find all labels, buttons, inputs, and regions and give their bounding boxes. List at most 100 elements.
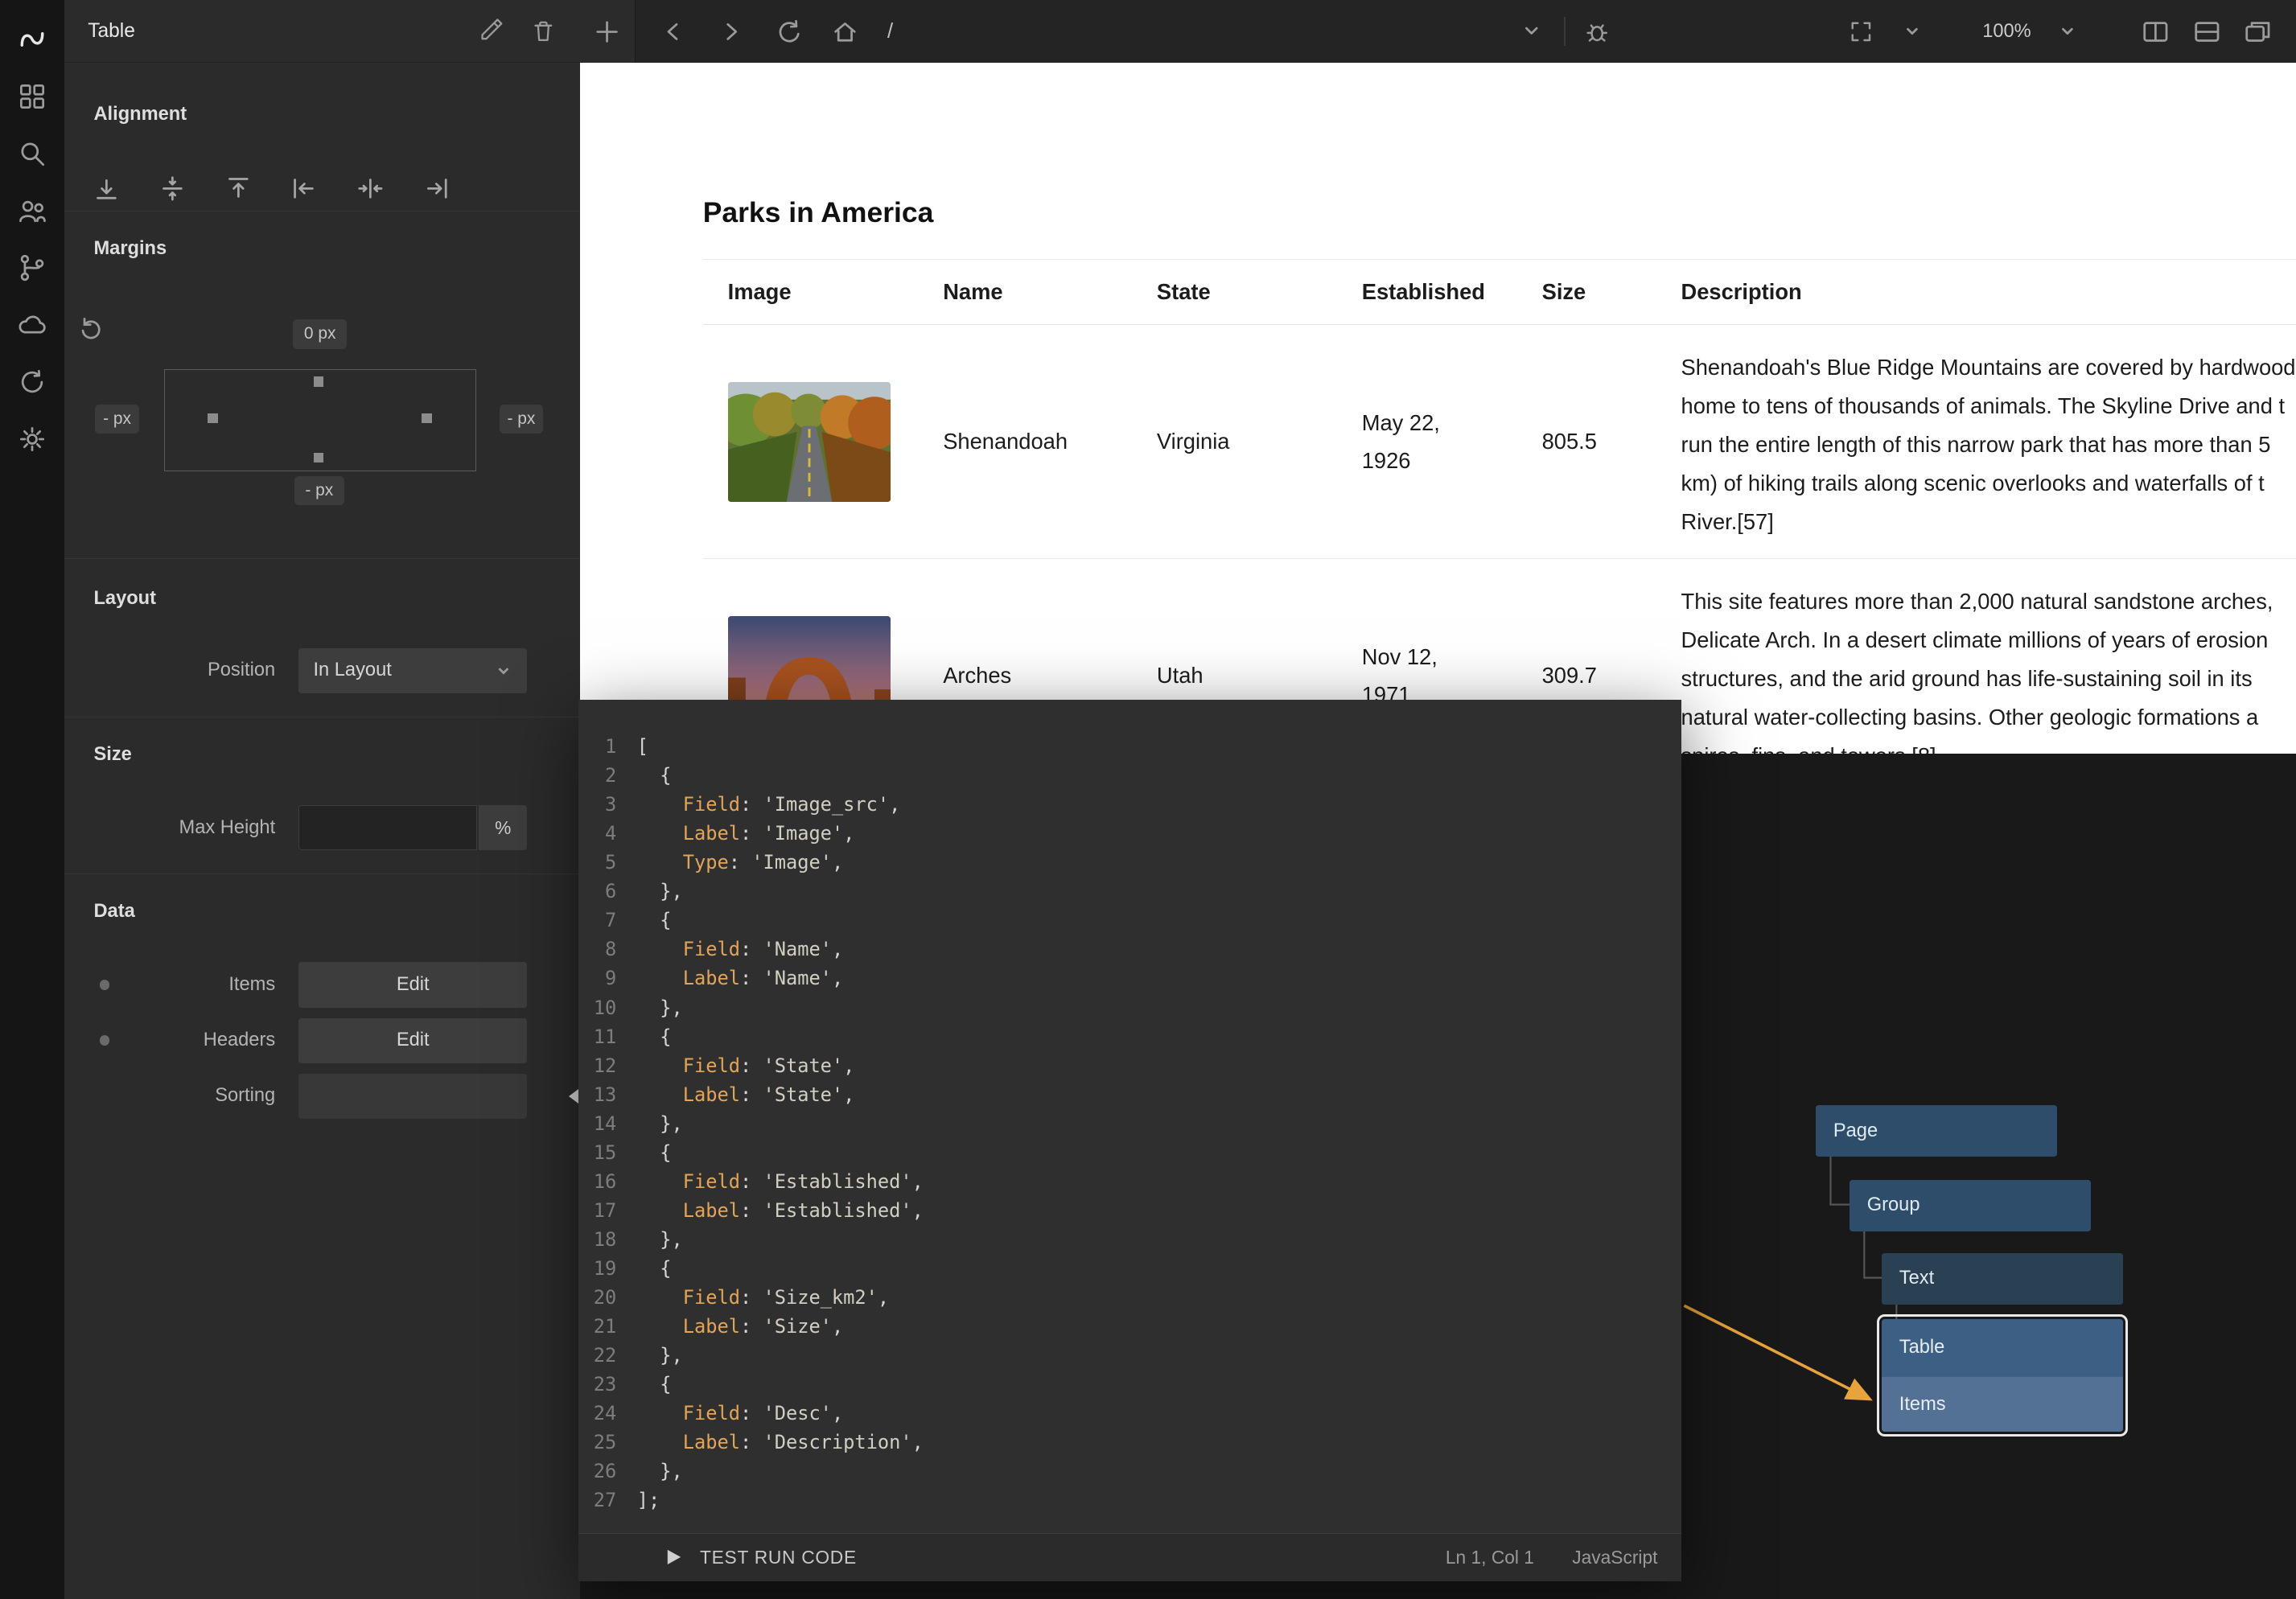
- code-text: Label: 'Image',: [637, 819, 855, 848]
- search-icon[interactable]: [16, 138, 48, 170]
- debug-icon[interactable]: [1582, 17, 1611, 46]
- line-number: 5: [578, 848, 637, 877]
- align-right-icon[interactable]: [423, 175, 450, 202]
- margin-right-handle[interactable]: [422, 413, 432, 424]
- column-header-size: Size: [1542, 279, 1681, 305]
- home-icon[interactable]: [830, 17, 859, 46]
- margin-left-handle[interactable]: [208, 413, 218, 424]
- code-text: Field: 'Image_src',: [637, 790, 901, 819]
- line-number: 17: [578, 1196, 637, 1225]
- node-page[interactable]: Page: [1816, 1105, 2057, 1157]
- collaboration-icon[interactable]: [16, 195, 48, 227]
- editor-footer: TEST RUN CODE Ln 1, Col 1 JavaScript: [578, 1533, 1681, 1581]
- line-number: 12: [578, 1051, 637, 1080]
- code-text: {: [637, 1254, 672, 1283]
- headers-connection-marker: [569, 1089, 578, 1104]
- window-restore-icon[interactable]: [2244, 17, 2273, 46]
- add-node-button[interactable]: [580, 0, 636, 63]
- node-table[interactable]: Table Items: [1882, 1319, 2123, 1432]
- code-text: },: [637, 1225, 683, 1254]
- max-height-input[interactable]: [298, 805, 477, 850]
- margin-right-value[interactable]: - px: [500, 405, 544, 434]
- icon-rail: [0, 0, 64, 1599]
- split-horizontal-icon[interactable]: [2192, 17, 2221, 46]
- language-mode[interactable]: JavaScript: [1572, 1547, 1657, 1568]
- deploy-icon[interactable]: [16, 366, 48, 398]
- settings-icon[interactable]: [16, 423, 48, 455]
- column-header-state: State: [1157, 279, 1362, 305]
- run-play-icon: [666, 1548, 682, 1566]
- version-control-icon[interactable]: [16, 252, 48, 284]
- wire-page-group: [1830, 1157, 1850, 1205]
- code-lines[interactable]: 1[2 {3 Field: 'Image_src',4 Label: 'Imag…: [578, 700, 1681, 1533]
- fit-chevron-down-icon[interactable]: [1898, 17, 1927, 46]
- reload-icon[interactable]: [773, 17, 802, 46]
- code-text: Label: 'Size',: [637, 1312, 843, 1341]
- zoom-level[interactable]: 100%: [1982, 21, 2031, 43]
- logo-icon[interactable]: [16, 23, 48, 55]
- code-text: },: [637, 1109, 683, 1138]
- line-number: 13: [578, 1080, 637, 1109]
- headers-edit-button[interactable]: Edit: [298, 1018, 527, 1063]
- wire-code-to-items: [1684, 1306, 1870, 1400]
- shenandoah-autumn-road-photo: [728, 382, 891, 502]
- align-left-icon[interactable]: [291, 175, 318, 202]
- position-label: Position: [93, 660, 298, 681]
- line-number: 1: [578, 732, 637, 761]
- node-group[interactable]: Group: [1850, 1180, 2091, 1231]
- column-header-established: Established: [1362, 279, 1542, 305]
- split-vertical-icon[interactable]: [2141, 17, 2170, 46]
- panel-header: Table: [64, 0, 580, 63]
- line-number: 20: [578, 1283, 637, 1312]
- align-vertical-center-icon[interactable]: [159, 175, 186, 202]
- state-cell: Virginia: [1157, 325, 1362, 558]
- node-text[interactable]: Text: [1882, 1253, 2123, 1305]
- line-number: 25: [578, 1428, 637, 1457]
- back-icon[interactable]: [659, 17, 688, 46]
- code-text: {: [637, 1370, 672, 1399]
- canvas-preview: Parks in America ImageNameStateEstablish…: [580, 63, 2296, 754]
- rename-icon[interactable]: [477, 18, 504, 44]
- align-top-icon[interactable]: [225, 175, 252, 202]
- position-dropdown[interactable]: In Layout: [298, 648, 527, 693]
- components-icon[interactable]: [16, 80, 48, 113]
- margin-bottom-value[interactable]: - px: [294, 476, 344, 505]
- code-text: },: [637, 877, 683, 906]
- zoom-chevron-down-icon[interactable]: [2053, 17, 2082, 46]
- items-edit-button[interactable]: Edit: [298, 962, 527, 1007]
- max-height-unit-button[interactable]: %: [479, 805, 527, 850]
- line-number: 16: [578, 1167, 637, 1196]
- code-text: },: [637, 1457, 683, 1486]
- node-table-header[interactable]: Table: [1882, 1319, 2123, 1376]
- navigation-path[interactable]: /: [887, 20, 893, 43]
- line-number: 15: [578, 1138, 637, 1167]
- reset-margins-icon[interactable]: [76, 314, 103, 340]
- table-component-preview[interactable]: ImageNameStateEstablishedSizeDescription…: [703, 259, 2296, 754]
- forward-icon[interactable]: [716, 17, 745, 46]
- margin-top-value[interactable]: 0 px: [293, 319, 347, 348]
- alignment-section: Alignment: [64, 63, 580, 210]
- alignment-label: Alignment: [93, 104, 550, 125]
- test-run-code-button[interactable]: TEST RUN CODE: [666, 1547, 857, 1568]
- delete-icon[interactable]: [530, 18, 557, 44]
- line-number: 19: [578, 1254, 637, 1283]
- fit-to-screen-icon[interactable]: [1846, 17, 1875, 46]
- line-number: 3: [578, 790, 637, 819]
- margin-left-value[interactable]: - px: [95, 405, 139, 434]
- node-table-items-port[interactable]: Items: [1882, 1376, 2123, 1432]
- margin-bottom-handle[interactable]: [314, 453, 324, 463]
- table-header-row: ImageNameStateEstablishedSizeDescription: [703, 259, 2296, 325]
- cloud-icon[interactable]: [16, 309, 48, 341]
- sorting-field[interactable]: [298, 1074, 527, 1119]
- line-number: 27: [578, 1486, 637, 1515]
- column-header-description: Description: [1681, 279, 2296, 305]
- properties-panel: Table Alignment Margins 0 px: [64, 0, 580, 1599]
- established-cell: May 22, 1926: [1362, 325, 1542, 558]
- table-row: ShenandoahVirginiaMay 22, 1926805.5Shena…: [703, 325, 2296, 559]
- margin-top-handle[interactable]: [314, 376, 324, 387]
- align-bottom-icon[interactable]: [93, 175, 120, 202]
- align-horizontal-center-icon[interactable]: [357, 175, 384, 202]
- preview-chevron-down-icon[interactable]: [1517, 17, 1546, 46]
- line-number: 4: [578, 819, 637, 848]
- size-section: Size Max Height %: [64, 717, 580, 873]
